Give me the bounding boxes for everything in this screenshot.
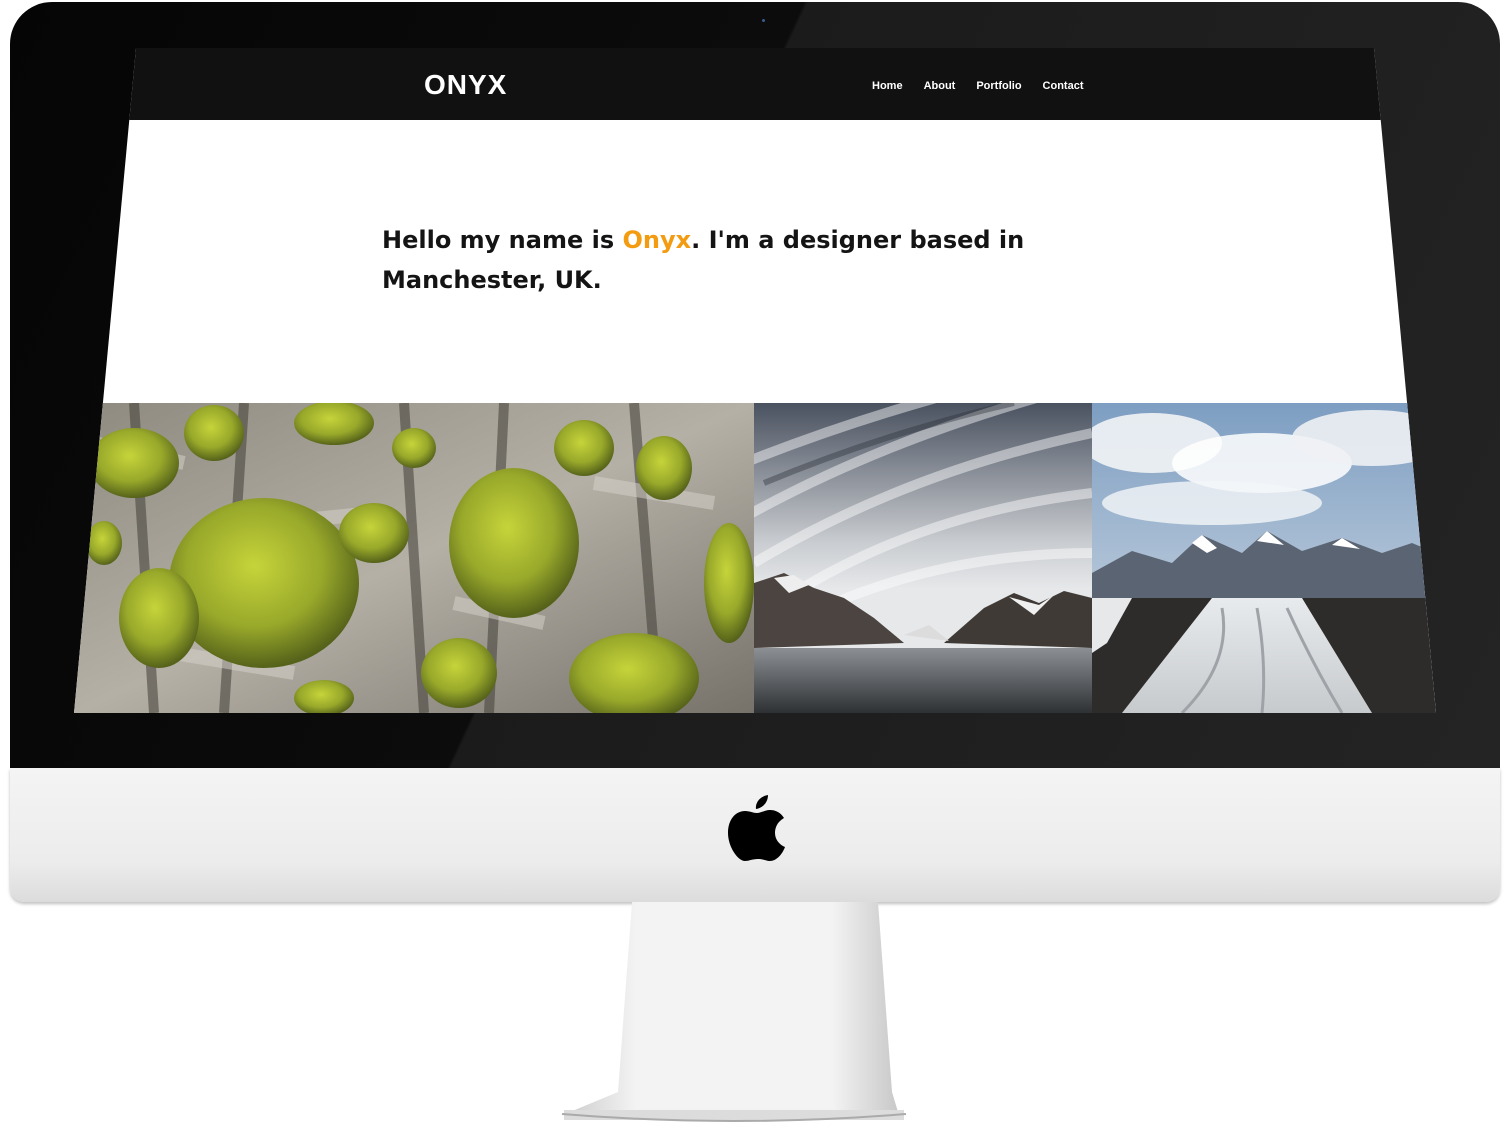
hero-name-highlight: Onyx [622, 226, 692, 254]
camera-icon [762, 19, 765, 22]
portfolio-gallery [74, 403, 1436, 713]
nav-link-home[interactable]: Home [872, 80, 903, 92]
apple-logo-icon [728, 795, 785, 861]
nav-link-portfolio[interactable]: Portfolio [976, 80, 1021, 92]
nav-link-contact[interactable]: Contact [1043, 80, 1084, 92]
moss-on-bark-photo[interactable] [74, 403, 754, 713]
site-logo[interactable]: ONYX [424, 69, 507, 101]
nav-link-about[interactable]: About [924, 80, 956, 92]
monitor-stand [561, 902, 907, 1122]
mountain-lake-clouds-photo[interactable] [754, 403, 1092, 713]
hero-heading: Hello my name is Onyx. I'm a designer ba… [382, 220, 1042, 300]
glacier-valley-photo[interactable] [1092, 403, 1436, 713]
screen: ONYX Home About Portfolio Contact Hello … [74, 48, 1436, 713]
site-header: ONYX Home About Portfolio Contact [74, 48, 1436, 120]
hero-text-intro: Hello my name is [382, 226, 623, 254]
main-nav: Home About Portfolio Contact [872, 80, 1084, 92]
